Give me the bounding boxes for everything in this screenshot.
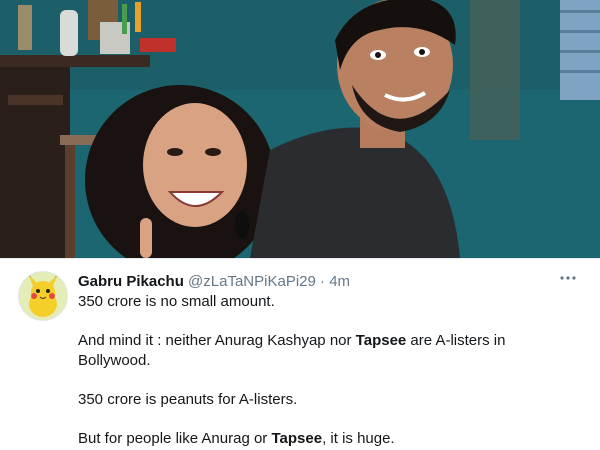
avatar-image [19,272,67,320]
ellipsis-glyph [560,276,576,280]
tweet-line-2-pre: And mind it : neither Anurag Kashyap nor [78,332,356,349]
tweet-line-4-bold: Tapsee [271,430,323,447]
pikachu-avatar-icon[interactable] [18,271,68,321]
photo-illustration [0,0,600,258]
tweet-timestamp[interactable]: 4m [329,273,350,290]
tweet-line-1: 350 crore is no small amount. [78,292,578,312]
tweet-line-1-text: 350 crore is no small amount. [78,293,275,310]
tweet-line-2-bold: Tapsee [355,332,407,349]
tweet-line-4-post: , it is huge. [322,430,395,447]
author-handle[interactable]: @zLaTaNPiKaPi29 [188,273,316,290]
author-name[interactable]: Gabru Pikachu [78,273,184,290]
tweet-card: Gabru Pikachu @zLaTaNPiKaPi29 · 4m 350 c… [0,258,600,450]
tweet-line-4-pre: But for people like Anurag or [78,430,272,447]
tweet-line-2: And mind it : neither Anurag Kashyap nor… [78,331,578,371]
tweet-photo[interactable] [0,0,600,258]
tweet-header: Gabru Pikachu @zLaTaNPiKaPi29 · 4m [78,273,350,291]
tweet-screenshot: Gabru Pikachu @zLaTaNPiKaPi29 · 4m 350 c… [0,0,600,450]
more-options-icon[interactable] [558,271,578,285]
tweet-line-3-text: 350 crore is peanuts for A-listers. [78,391,298,408]
tweet-text: 350 crore is no small amount. And mind i… [78,292,578,450]
tweet-line-3: 350 crore is peanuts for A-listers. [78,390,578,410]
tweet-line-4: But for people like Anurag or Tapsee, it… [78,429,578,449]
separator-dot: · [320,273,326,290]
